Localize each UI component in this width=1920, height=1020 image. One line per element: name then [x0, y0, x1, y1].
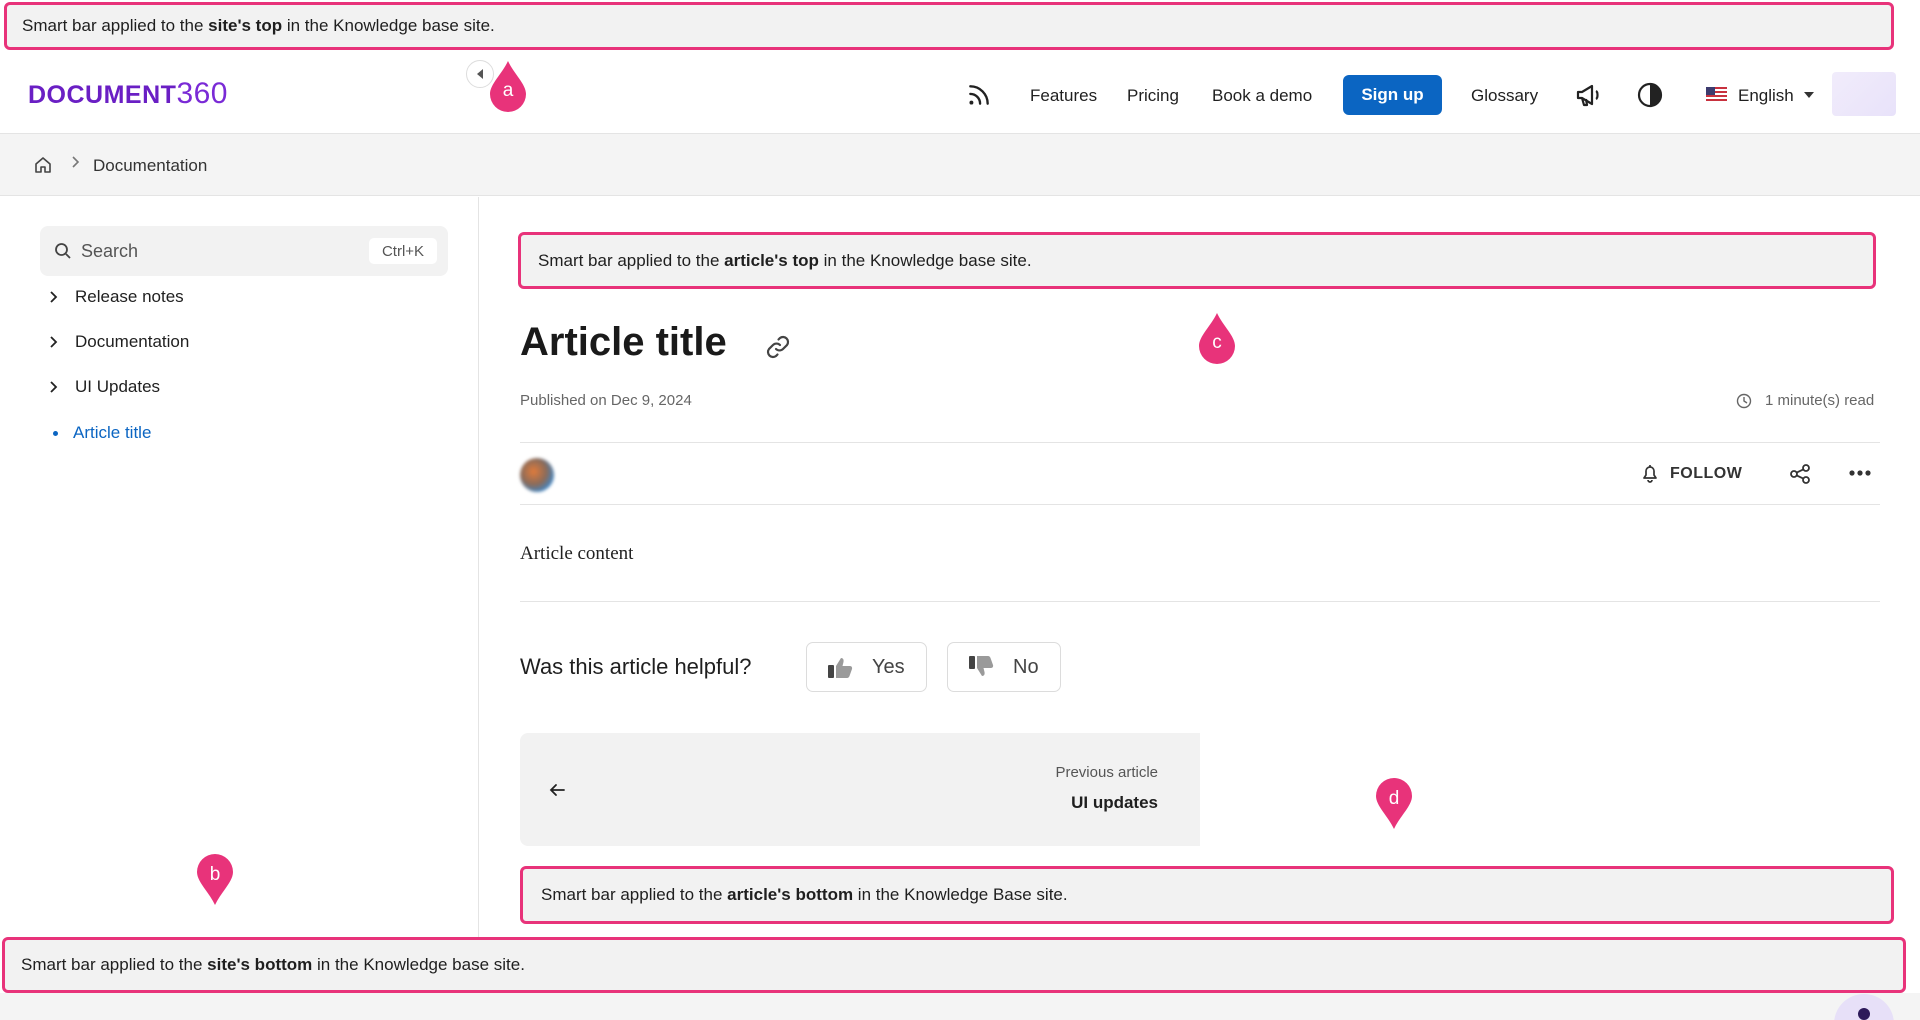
chevron-right-icon[interactable]: [46, 380, 60, 394]
chevron-right-icon: [72, 156, 80, 168]
link-icon[interactable]: [764, 333, 792, 361]
collapse-sidebar-button[interactable]: [466, 60, 494, 88]
clock-icon: [1736, 393, 1752, 409]
share-icon[interactable]: [1788, 462, 1812, 486]
rss-icon[interactable]: [966, 82, 992, 108]
callout-pin-d: d: [1374, 778, 1414, 830]
site-header: DOCUMENT360 Features Pricing Book a demo…: [0, 52, 1920, 134]
callout-label: d: [1388, 788, 1400, 809]
thumbs-up-icon: [828, 658, 853, 678]
sidebar-item-article-title[interactable]: Article title: [53, 423, 151, 443]
flag-icon: [1706, 87, 1727, 102]
yes-button[interactable]: Yes: [806, 642, 927, 692]
arrow-left-icon: [549, 784, 565, 796]
no-label: No: [1013, 655, 1039, 678]
smart-bar-site-bottom: Smart bar applied to the site's bottom i…: [2, 937, 1906, 993]
megaphone-icon[interactable]: [1575, 82, 1603, 108]
callout-pin-b: b: [195, 854, 235, 906]
nav-glossary[interactable]: Glossary: [1471, 86, 1538, 106]
search-placeholder: Search: [81, 241, 139, 261]
smart-bar-site-top: Smart bar applied to the site's top in t…: [4, 2, 1894, 50]
sidebar-item-documentation[interactable]: Documentation: [46, 332, 189, 352]
signup-button[interactable]: Sign up: [1343, 75, 1442, 115]
sidebar-item-label: UI Updates: [75, 377, 161, 396]
nav-features[interactable]: Features: [1030, 86, 1097, 106]
page-footer-strip: [0, 993, 1920, 1020]
previous-article-label: Previous article: [1055, 764, 1158, 781]
contrast-icon[interactable]: [1637, 82, 1663, 108]
search-input[interactable]: Search Ctrl+K: [40, 226, 448, 276]
sidebar-item-release-notes[interactable]: Release notes: [46, 287, 184, 307]
divider: [520, 601, 1880, 602]
divider: [520, 442, 1880, 443]
breadcrumb: Documentation: [0, 134, 1920, 196]
yes-label: Yes: [872, 655, 905, 678]
chat-icon: [1858, 1008, 1870, 1020]
breadcrumb-item[interactable]: Documentation: [93, 156, 207, 176]
smart-bar-text: Smart bar applied to the site's top in t…: [22, 16, 495, 35]
article-content: Article content: [520, 543, 634, 564]
callout-pin-a: a: [488, 60, 528, 112]
chevron-right-icon[interactable]: [46, 335, 60, 349]
read-time: 1 minute(s) read: [1765, 392, 1875, 409]
published-date: Published on Dec 9, 2024: [520, 392, 692, 409]
nav-book-demo[interactable]: Book a demo: [1212, 86, 1312, 106]
bell-icon[interactable]: [1641, 463, 1659, 483]
smart-bar-article-bottom: Smart bar applied to the article's botto…: [520, 866, 1894, 924]
sidebar-item-label: Release notes: [75, 287, 184, 306]
callout-label: a: [502, 80, 514, 101]
smart-bar-text: Smart bar applied to the article's top i…: [538, 250, 1032, 270]
smart-bar-article-top: Smart bar applied to the article's top i…: [518, 232, 1876, 289]
chevron-left-icon: [477, 69, 483, 79]
chevron-down-icon[interactable]: [1804, 92, 1814, 98]
smart-bar-text: Smart bar applied to the article's botto…: [541, 885, 1068, 904]
search-shortcut: Ctrl+K: [369, 238, 437, 264]
divider: [520, 504, 1880, 505]
follow-button[interactable]: FOLLOW: [1670, 465, 1742, 483]
logo[interactable]: DOCUMENT360: [28, 77, 228, 111]
sidebar-item-label: Article title: [73, 423, 152, 442]
author-avatar[interactable]: [520, 458, 554, 492]
callout-label: b: [209, 864, 221, 885]
previous-article-link[interactable]: Previous article UI updates: [520, 733, 1200, 846]
home-icon[interactable]: [34, 156, 52, 174]
callout-pin-c: c: [1197, 312, 1237, 364]
page-title: Article title: [520, 320, 727, 364]
feedback-question: Was this article helpful?: [520, 654, 752, 679]
smart-bar-text: Smart bar applied to the site's bottom i…: [21, 955, 525, 974]
search-icon: [55, 243, 71, 259]
nav-pricing[interactable]: Pricing: [1127, 86, 1179, 106]
chevron-right-icon[interactable]: [46, 290, 60, 304]
more-icon[interactable]: [1848, 463, 1872, 483]
sidebar-item-ui-updates[interactable]: UI Updates: [46, 377, 160, 397]
avatar[interactable]: [1832, 72, 1896, 116]
no-button[interactable]: No: [947, 642, 1061, 692]
bullet-icon: [53, 430, 58, 436]
language-selector[interactable]: English: [1738, 86, 1794, 106]
sidebar: Search Ctrl+K Release notes Documentatio…: [0, 197, 479, 937]
previous-article-title: UI updates: [1071, 793, 1158, 812]
sidebar-item-label: Documentation: [75, 332, 190, 351]
callout-label: c: [1212, 332, 1222, 353]
thumbs-down-icon: [969, 656, 994, 676]
